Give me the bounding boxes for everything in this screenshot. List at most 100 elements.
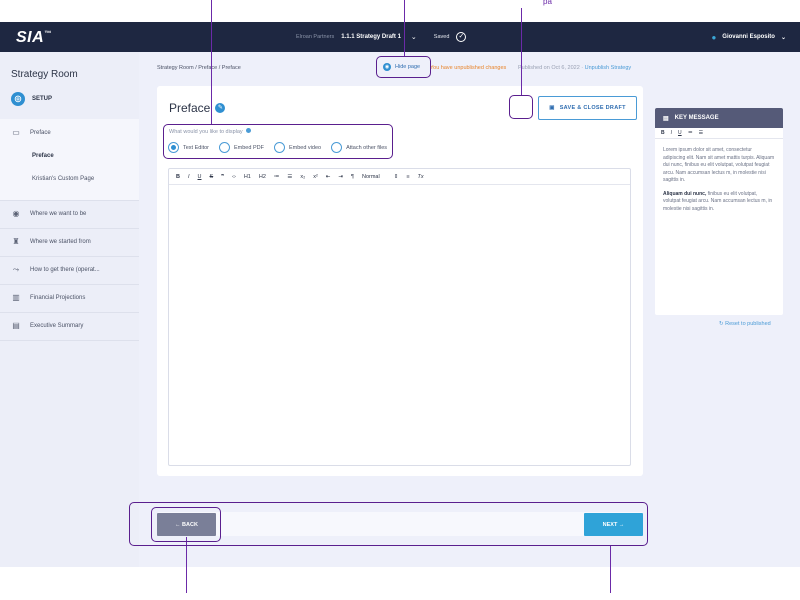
chevron-down-icon[interactable]: ⌄: [411, 33, 417, 41]
sidebar: Strategy Room ◎ SETUP ▭ Preface Preface …: [0, 52, 139, 567]
sidebar-item-label: Where we started from: [30, 238, 91, 245]
sidebar-item-preface[interactable]: ▭ Preface: [11, 128, 51, 137]
sidebar-item-label: How to get there (operat...: [30, 267, 100, 273]
heading1-button[interactable]: H1: [244, 174, 251, 180]
setup-label: SETUP: [32, 96, 53, 102]
rich-text-editor[interactable]: B I U S ❞ ‹› H1 H2 ≔ ☰ x₂ x² ⇤ ⇥ ¶ Norma…: [168, 168, 631, 466]
annotation-box-back-button: [151, 507, 221, 542]
sidebar-subitem-custom-page[interactable]: Kristian's Custom Page: [32, 176, 94, 182]
sidebar-item-label: Executive Summary: [30, 322, 84, 329]
divider: [0, 312, 139, 313]
annotation-box-hide-page: [376, 56, 431, 78]
clear-format-button[interactable]: Tx: [418, 174, 424, 180]
summary-icon: ▤: [12, 321, 20, 330]
outdent-button[interactable]: ⇤: [326, 174, 331, 180]
route-icon: ⤳: [12, 265, 20, 274]
key-message-panel: ▤ KEY MESSAGE B I U ≔ ☰ Lorem ipsum dolo…: [655, 108, 783, 315]
key-message-toolbar: B I U ≔ ☰: [655, 128, 783, 139]
italic-button[interactable]: I: [671, 130, 672, 136]
save-icon: ▣: [549, 105, 555, 111]
unpublish-link[interactable]: Unpublish Strategy: [585, 65, 631, 71]
chevron-down-icon: ⌄: [780, 34, 786, 41]
message-icon: ▤: [663, 115, 669, 122]
bold-text: Aliquam dui nunc,: [663, 190, 707, 197]
top-bar: SIA™ Elroan Partners 1.1.1 Strategy Draf…: [0, 22, 800, 52]
key-message-text[interactable]: Lorem ipsum dolor sit amet, consectetur …: [655, 139, 783, 227]
bold-button[interactable]: B: [176, 174, 180, 180]
saved-status: Saved: [433, 34, 450, 40]
check-icon: ✓: [456, 32, 467, 42]
divider: [0, 228, 139, 229]
code-button[interactable]: ‹›: [232, 174, 236, 180]
key-message-paragraph: Aliquam dui nunc, finibus eu elit volutp…: [663, 191, 775, 214]
globe-icon: ◎: [11, 92, 25, 106]
divider: [0, 340, 139, 341]
divider: [0, 256, 139, 257]
reset-to-published-link[interactable]: ↻ Reset to published: [719, 321, 771, 327]
setup-section[interactable]: ◎ SETUP: [11, 92, 52, 106]
italic-button[interactable]: I: [188, 174, 190, 180]
align-button[interactable]: ≡: [406, 174, 409, 180]
reset-label: Reset to published: [725, 321, 771, 327]
bullet-list-button[interactable]: ☰: [699, 130, 703, 136]
sidebar-item-label: Preface: [30, 129, 51, 136]
sidebar-item-label: Financial Projections: [30, 294, 86, 301]
indent-button[interactable]: ⇥: [338, 174, 343, 180]
app-logo[interactable]: SIA™: [16, 29, 52, 47]
underline-button[interactable]: U: [198, 174, 202, 180]
unpublished-changes-text: You have unpublished changes: [430, 65, 507, 71]
user-menu[interactable]: ● Giovanni Esposito ⌄: [711, 22, 786, 52]
ordered-list-button[interactable]: ≔: [688, 130, 693, 136]
breadcrumb[interactable]: Strategy Room / Preface / Preface: [157, 65, 241, 71]
divider: [0, 200, 139, 201]
save-close-label: SAVE & CLOSE DRAFT: [559, 105, 626, 111]
user-icon: ●: [711, 32, 717, 42]
bullet-list-button[interactable]: ☰: [287, 174, 292, 180]
rocket-icon: ♜: [12, 237, 20, 246]
subscript-button[interactable]: x₂: [300, 174, 305, 180]
key-message-paragraph: Lorem ipsum dolor sit amet, consectetur …: [663, 147, 775, 183]
text-style-value: Normal: [361, 173, 380, 180]
published-info: Published on Oct 6, 2022 · Unpublish Str…: [518, 65, 631, 71]
annotation-line: [404, 0, 405, 56]
save-close-draft-button[interactable]: ▣ SAVE & CLOSE DRAFT: [538, 96, 637, 120]
user-name: Giovanni Esposito: [722, 34, 775, 40]
heading2-button[interactable]: H2: [259, 174, 266, 180]
sidebar-item-where-we-started-from[interactable]: ♜ Where we started from: [11, 237, 91, 246]
edit-icon[interactable]: ✎: [215, 103, 226, 113]
text-style-select[interactable]: Normal ⇕: [362, 174, 398, 180]
annotation-box-display-options: [163, 124, 393, 159]
reset-icon: ↻: [719, 321, 724, 327]
divider: [0, 284, 139, 285]
superscript-button[interactable]: x²: [313, 174, 318, 180]
text-direction-button[interactable]: ¶: [351, 174, 354, 180]
select-arrows-icon: ⇕: [393, 173, 399, 180]
key-message-header: ▤ KEY MESSAGE: [655, 108, 783, 128]
page-title-text: Preface: [169, 101, 211, 115]
key-message-title: KEY MESSAGE: [674, 115, 719, 121]
sidebar-subitem-preface[interactable]: Preface: [32, 153, 54, 159]
chart-icon: ▥: [12, 293, 20, 302]
sidebar-title: Strategy Room: [11, 69, 78, 80]
sidebar-item-financial-projections[interactable]: ▥ Financial Projections: [11, 293, 85, 302]
sidebar-item-executive-summary[interactable]: ▤ Executive Summary: [11, 321, 83, 330]
document-icon: ▭: [12, 128, 20, 137]
sidebar-item-how-to-get-there[interactable]: ⤳ How to get there (operat...: [11, 265, 100, 275]
page-title: Preface ✎: [169, 101, 226, 115]
annotation-line: [211, 0, 212, 125]
draft-name[interactable]: 1.1.1 Strategy Draft 1: [341, 34, 401, 40]
sidebar-item-where-we-want-to-be[interactable]: ◉ Where we want to be: [11, 209, 87, 218]
target-icon: ◉: [12, 209, 20, 218]
ordered-list-button[interactable]: ≔: [274, 174, 280, 180]
strike-button[interactable]: S: [210, 174, 214, 180]
sidebar-item-label: Where we want to be: [30, 210, 87, 217]
bold-button[interactable]: B: [661, 130, 665, 136]
annotation-line: [521, 8, 522, 95]
published-date: Published on Oct 6, 2022 ·: [518, 65, 584, 71]
annotation-label: pa: [543, 0, 552, 6]
underline-button[interactable]: U: [678, 130, 682, 136]
annotation-line: [610, 546, 611, 593]
editor-toolbar: B I U S ❞ ‹› H1 H2 ≔ ☰ x₂ x² ⇤ ⇥ ¶ Norma…: [169, 169, 630, 185]
annotation-box-button-area: [509, 95, 533, 119]
quote-button[interactable]: ❞: [221, 174, 224, 180]
